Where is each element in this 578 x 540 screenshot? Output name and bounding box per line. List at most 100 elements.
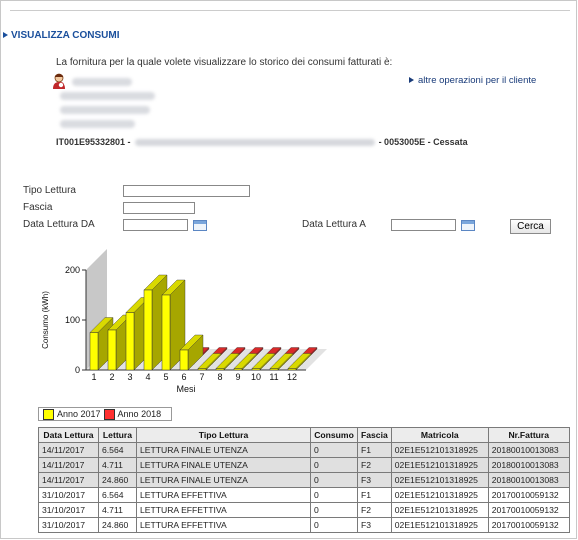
customer-info-redacted: [60, 120, 135, 128]
bar: [143, 289, 153, 371]
cell-tipo-lettura: LETTURA FINALE UTENZA: [136, 472, 311, 488]
table-row: 14/11/2017 4.711 LETTURA FINALE UTENZA 0…: [38, 457, 570, 473]
cell-nr-fattura: 20170010059132: [487, 487, 570, 503]
column-header[interactable]: Consumo: [310, 427, 358, 443]
cell-fascia: F1: [357, 442, 392, 458]
data-da-input[interactable]: [123, 219, 188, 231]
chart-legend: Anno 2017 Anno 2018: [38, 407, 172, 421]
cell-nr-fattura: 20180010013083: [487, 442, 570, 458]
cell-consumo: 0: [310, 457, 358, 473]
cell-lettura: 24.860: [98, 517, 137, 533]
cell-tipo-lettura: LETTURA FINALE UTENZA: [136, 442, 311, 458]
fascia-label: Fascia: [23, 202, 53, 213]
bar: [161, 294, 171, 371]
data-a-label: Data Lettura A: [302, 219, 366, 230]
cell-data-lettura: 31/10/2017: [38, 502, 99, 518]
cell-lettura: 6.564: [98, 442, 137, 458]
tipo-lettura-label: Tipo Lettura: [23, 185, 76, 196]
cell-tipo-lettura: LETTURA FINALE UTENZA: [136, 457, 311, 473]
cell-consumo: 0: [310, 472, 358, 488]
x-tick-label: 9: [235, 372, 240, 382]
bar: [215, 368, 225, 371]
calendar-icon[interactable]: [461, 220, 475, 231]
y-tick-label: 0: [75, 365, 80, 375]
calendar-icon[interactable]: [193, 220, 207, 231]
bar: [287, 368, 297, 371]
customer-city-redacted: [60, 106, 150, 114]
fascia-input[interactable]: [123, 202, 195, 214]
pod-status: - 0053005E - Cessata: [378, 137, 468, 147]
x-tick-label: 12: [287, 372, 297, 382]
cell-data-lettura: 14/11/2017: [38, 442, 99, 458]
table-row: 14/11/2017 24.860 LETTURA FINALE UTENZA …: [38, 472, 570, 488]
search-button[interactable]: Cerca: [510, 219, 551, 234]
column-header[interactable]: Data Lettura: [38, 427, 99, 443]
legend-swatch-2017: [43, 408, 54, 420]
x-axis-label: Mesi: [176, 384, 195, 394]
cell-matricola: 02E1E512101318925: [390, 502, 489, 518]
bar: [233, 368, 243, 371]
tipo-lettura-input[interactable]: [123, 185, 250, 197]
cell-lettura: 6.564: [98, 487, 137, 503]
column-header[interactable]: Nr.Fattura: [487, 427, 570, 443]
table-row: 31/10/2017 6.564 LETTURA EFFETTIVA 0 F1 …: [38, 487, 570, 503]
cell-fascia: F2: [357, 502, 392, 518]
x-tick-label: 10: [251, 372, 261, 382]
cell-nr-fattura: 20170010059132: [487, 502, 570, 518]
triangle-bullet-icon: [409, 77, 414, 84]
cell-matricola: 02E1E512101318925: [390, 472, 489, 488]
y-tick-label: 200: [65, 265, 80, 275]
data-a-input[interactable]: [391, 219, 456, 231]
x-tick-label: 4: [145, 372, 150, 382]
cell-fascia: F3: [357, 472, 392, 488]
cell-lettura: 4.711: [98, 502, 137, 518]
cell-fascia: F2: [357, 457, 392, 473]
bar: [251, 368, 261, 371]
bar: [197, 368, 207, 371]
customer-address-redacted: [60, 92, 155, 100]
cell-nr-fattura: 20180010013083: [487, 472, 570, 488]
x-tick-label: 7: [199, 372, 204, 382]
legend-label-2018: Anno 2018: [117, 409, 162, 419]
bar: [107, 329, 117, 371]
bar: [269, 368, 279, 371]
consumption-table: Data Lettura Lettura Tipo Lettura Consum…: [38, 427, 570, 533]
y-tick-label: 100: [65, 315, 80, 325]
pod-address-redacted: [134, 139, 375, 147]
cell-tipo-lettura: LETTURA EFFETTIVA: [136, 487, 311, 503]
cell-data-lettura: 14/11/2017: [38, 457, 99, 473]
cell-matricola: 02E1E512101318925: [390, 517, 489, 533]
consumption-chart: 0100200Consumo (kWh)1 2 3 4 5 6 7 8 9 10 11 12Mesi: [41, 249, 327, 394]
legend-swatch-2018: [103, 408, 115, 420]
column-header[interactable]: Matricola: [390, 427, 489, 443]
x-tick-label: 6: [181, 372, 186, 382]
cell-fascia: F1: [357, 487, 392, 503]
other-operations-link[interactable]: altre operazioni per il cliente: [409, 75, 536, 86]
x-tick-label: 3: [127, 372, 132, 382]
pod-line: IT001E95332801 - - 0053005E - Cessata: [56, 137, 468, 147]
table-row: 31/10/2017 4.711 LETTURA EFFETTIVA 0 F2 …: [38, 502, 570, 518]
cell-lettura: 24.860: [98, 472, 137, 488]
cell-lettura: 4.711: [98, 457, 137, 473]
column-header[interactable]: Fascia: [357, 427, 392, 443]
cell-nr-fattura: 20180010013083: [487, 457, 570, 473]
customer-name-redacted: [72, 78, 132, 86]
triangle-bullet-icon: [3, 32, 8, 39]
cell-matricola: 02E1E512101318925: [390, 457, 489, 473]
column-header[interactable]: Tipo Lettura: [136, 427, 311, 443]
cell-matricola: 02E1E512101318925: [390, 442, 489, 458]
table-row: 14/11/2017 6.564 LETTURA FINALE UTENZA 0…: [38, 442, 570, 458]
cell-data-lettura: 14/11/2017: [38, 472, 99, 488]
x-tick-label: 8: [217, 372, 222, 382]
intro-text: La fornitura per la quale volete visuali…: [56, 57, 393, 68]
x-tick-label: 5: [163, 372, 168, 382]
table-header-row: Data Lettura Lettura Tipo Lettura Consum…: [38, 427, 570, 443]
cell-consumo: 0: [310, 502, 358, 518]
column-header[interactable]: Lettura: [98, 427, 137, 443]
page-title: VISUALIZZA CONSUMI: [3, 30, 120, 41]
table-row: 31/10/2017 24.860 LETTURA EFFETTIVA 0 F3…: [38, 517, 570, 533]
legend-label-2017: Anno 2017: [57, 409, 101, 419]
cell-nr-fattura: 20170010059132: [487, 517, 570, 533]
cell-matricola: 02E1E512101318925: [390, 487, 489, 503]
pod-code: IT001E95332801 -: [56, 137, 131, 147]
